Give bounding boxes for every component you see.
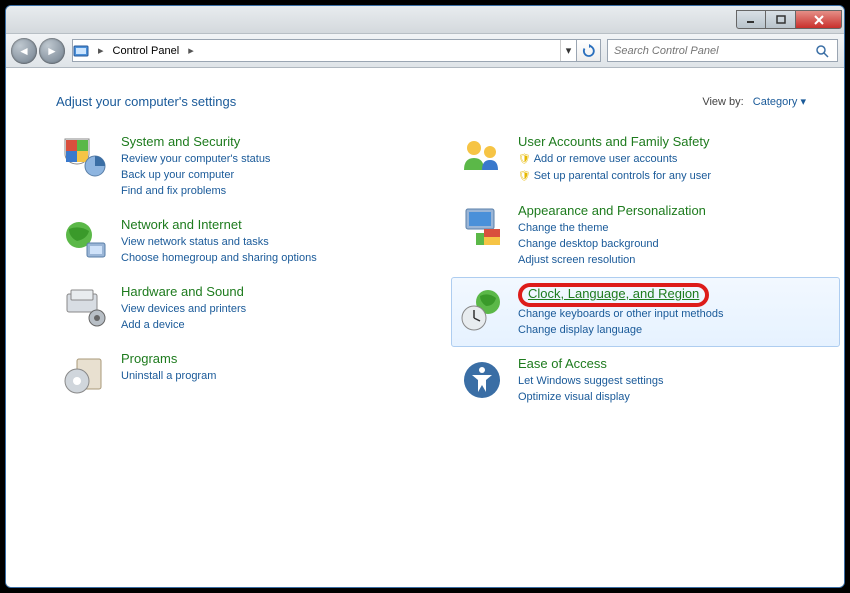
category-programs: Programs Uninstall a program bbox=[54, 342, 443, 408]
address-dropdown-icon[interactable]: ▾ bbox=[560, 40, 576, 61]
hardware-sound-link[interactable]: Hardware and Sound bbox=[121, 284, 246, 299]
parental-controls-link[interactable]: Set up parental controls for any user bbox=[518, 168, 711, 185]
search-input[interactable] bbox=[608, 45, 815, 57]
page-title: Adjust your computer's settings bbox=[56, 94, 702, 109]
ease-of-access-icon bbox=[458, 356, 506, 404]
left-column: System and Security Review your computer… bbox=[54, 125, 443, 414]
category-network-internet: Network and Internet View network status… bbox=[54, 208, 443, 275]
find-fix-link[interactable]: Find and fix problems bbox=[121, 183, 270, 199]
review-status-link[interactable]: Review your computer's status bbox=[121, 151, 270, 167]
programs-icon bbox=[61, 351, 109, 399]
breadcrumb-location[interactable]: Control Panel bbox=[107, 45, 186, 57]
devices-printers-link[interactable]: View devices and printers bbox=[121, 301, 246, 317]
desktop-bg-link[interactable]: Change desktop background bbox=[518, 236, 706, 252]
category-ease-of-access: Ease of Access Let Windows suggest setti… bbox=[451, 347, 840, 414]
address-bar[interactable]: ▸ Control Panel ▸ ▾ bbox=[72, 39, 577, 62]
backup-link[interactable]: Back up your computer bbox=[121, 167, 270, 183]
clock-language-region-link[interactable]: Clock, Language, and Region bbox=[528, 286, 699, 301]
back-button[interactable]: ◄ bbox=[11, 38, 37, 64]
close-button[interactable] bbox=[796, 10, 842, 29]
keyboards-input-link[interactable]: Change keyboards or other input methods bbox=[518, 306, 723, 322]
network-internet-icon bbox=[61, 217, 109, 265]
optimize-display-link[interactable]: Optimize visual display bbox=[518, 389, 664, 405]
navigation-bar: ◄ ► ▸ Control Panel ▸ ▾ bbox=[6, 34, 844, 68]
ease-of-access-link[interactable]: Ease of Access bbox=[518, 356, 664, 371]
display-language-link[interactable]: Change display language bbox=[518, 322, 723, 338]
screen-res-link[interactable]: Adjust screen resolution bbox=[518, 252, 706, 268]
programs-link[interactable]: Programs bbox=[121, 351, 216, 366]
user-accounts-icon bbox=[458, 134, 506, 182]
minimize-button[interactable] bbox=[736, 10, 766, 29]
category-hardware-sound: Hardware and Sound View devices and prin… bbox=[54, 275, 443, 342]
chevron-right-icon[interactable]: ▸ bbox=[185, 44, 197, 57]
maximize-button[interactable] bbox=[766, 10, 796, 29]
highlight-annotation: Clock, Language, and Region bbox=[518, 283, 709, 307]
change-theme-link[interactable]: Change the theme bbox=[518, 220, 706, 236]
add-remove-users-link[interactable]: Add or remove user accounts bbox=[518, 151, 711, 168]
title-bar bbox=[6, 6, 844, 34]
forward-button[interactable]: ► bbox=[39, 38, 65, 64]
category-user-accounts: User Accounts and Family Safety Add or r… bbox=[451, 125, 840, 194]
appearance-link[interactable]: Appearance and Personalization bbox=[518, 203, 706, 218]
control-panel-window: ◄ ► ▸ Control Panel ▸ ▾ Adjust your comp… bbox=[5, 5, 845, 588]
suggest-settings-link[interactable]: Let Windows suggest settings bbox=[518, 373, 664, 389]
appearance-icon bbox=[458, 203, 506, 251]
control-panel-icon bbox=[73, 43, 95, 59]
view-by-label: View by: Category ▾ bbox=[702, 95, 806, 108]
search-box[interactable] bbox=[607, 39, 838, 62]
network-status-link[interactable]: View network status and tasks bbox=[121, 234, 317, 250]
clock-language-icon bbox=[458, 286, 506, 334]
network-internet-link[interactable]: Network and Internet bbox=[121, 217, 317, 232]
homegroup-link[interactable]: Choose homegroup and sharing options bbox=[121, 250, 317, 266]
category-system-security: System and Security Review your computer… bbox=[54, 125, 443, 208]
search-icon[interactable] bbox=[815, 44, 837, 58]
refresh-button[interactable] bbox=[577, 39, 601, 62]
user-accounts-link[interactable]: User Accounts and Family Safety bbox=[518, 134, 711, 149]
system-security-icon bbox=[61, 134, 109, 182]
category-clock-language-region: Clock, Language, and Region Change keybo… bbox=[451, 277, 840, 347]
view-by-dropdown[interactable]: Category ▾ bbox=[753, 96, 806, 108]
right-column: User Accounts and Family Safety Add or r… bbox=[451, 125, 840, 414]
chevron-right-icon[interactable]: ▸ bbox=[95, 44, 107, 57]
category-appearance: Appearance and Personalization Change th… bbox=[451, 194, 840, 277]
content-area: Adjust your computer's settings View by:… bbox=[6, 68, 844, 587]
uninstall-link[interactable]: Uninstall a program bbox=[121, 368, 216, 384]
hardware-sound-icon bbox=[61, 284, 109, 332]
add-device-link[interactable]: Add a device bbox=[121, 317, 246, 333]
system-security-link[interactable]: System and Security bbox=[121, 134, 270, 149]
